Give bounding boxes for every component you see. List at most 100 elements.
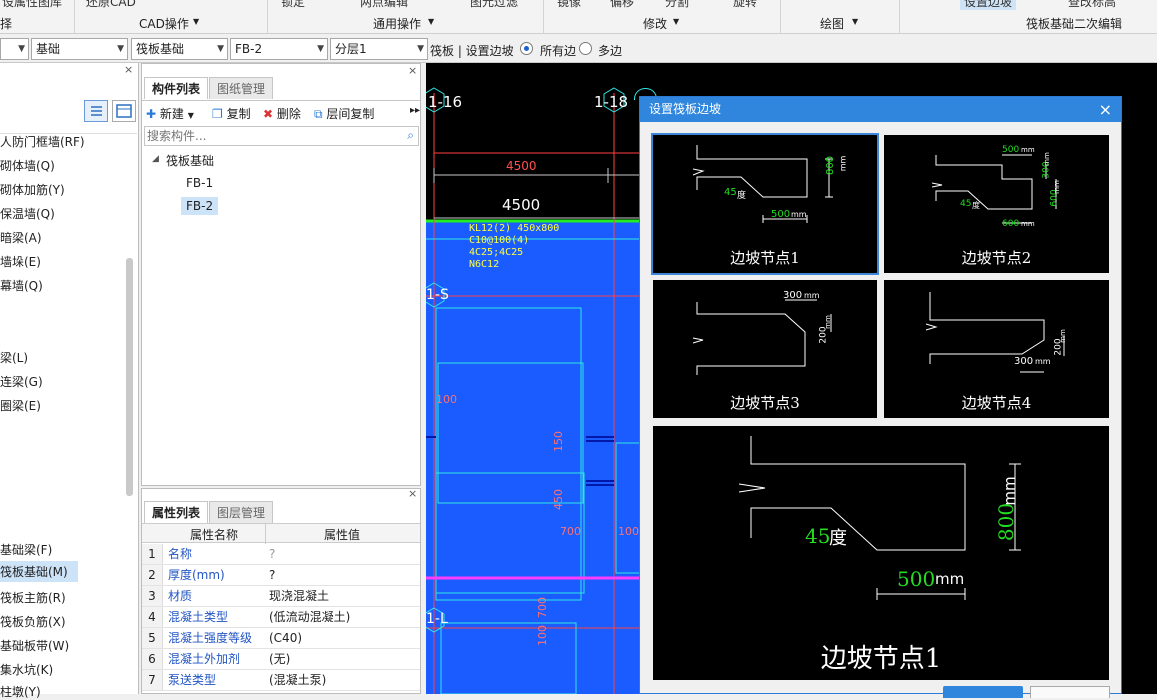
property-value[interactable]: (无): [269, 649, 290, 669]
floor-copy-button[interactable]: ⧉ 层间复制: [314, 105, 374, 122]
ribbon-cut-label[interactable]: 两点编辑: [360, 0, 408, 10]
property-row[interactable]: 2 厚度(mm)?: [142, 565, 420, 586]
copy-button[interactable]: ❐ 复制: [212, 105, 251, 122]
tab-layer-manage[interactable]: 图层管理: [209, 501, 274, 523]
property-row[interactable]: 4 混凝土类型 (低流动混凝土): [142, 607, 420, 628]
ribbon-group-common[interactable]: 通用操作: [373, 15, 421, 32]
property-row[interactable]: 1 名称?: [142, 544, 420, 565]
row-number: 2: [142, 565, 163, 585]
tree-item-selected[interactable]: 筏板基础(M): [0, 561, 78, 582]
tree-item-fb1[interactable]: FB-1: [186, 176, 213, 190]
property-name: 材质: [168, 589, 193, 603]
ribbon-group-raft-edit[interactable]: 筏板基础二次编辑: [1026, 15, 1122, 32]
node-dim: 45: [724, 187, 737, 198]
tree-item[interactable]: 砌体加筋(Y): [0, 181, 65, 198]
property-row[interactable]: 7 泵送类型 (混凝土泵): [142, 670, 420, 691]
list-view-icon[interactable]: [84, 100, 108, 122]
search-icon[interactable]: ⌕: [407, 128, 414, 143]
cancel-button[interactable]: [1030, 686, 1110, 698]
category-combo[interactable]: 基础 ▼: [31, 38, 128, 60]
tree-item[interactable]: 集水坑(K): [0, 661, 53, 678]
tree-item[interactable]: 暗梁(A): [0, 229, 42, 246]
chevron-down-icon[interactable]: ▼: [673, 17, 679, 26]
tree-item[interactable]: 保温墙(Q): [0, 205, 55, 222]
property-value[interactable]: (低流动混凝土): [269, 607, 350, 627]
tree-item[interactable]: 幕墙(Q): [0, 277, 43, 294]
tree-item[interactable]: 砌体墙(Q): [0, 157, 55, 174]
property-value[interactable]: (C40): [269, 628, 302, 648]
detail-view-icon[interactable]: [112, 100, 136, 122]
close-icon[interactable]: ×: [124, 63, 133, 76]
tab-property-list[interactable]: 属性列表: [144, 501, 209, 523]
slope-node-4[interactable]: 200 mm 300 mm 边坡节点4: [884, 280, 1109, 418]
ribbon-cut-label[interactable]: 分割: [665, 0, 689, 10]
property-row[interactable]: 5 混凝土强度等级 (C40): [142, 628, 420, 649]
ok-button[interactable]: [943, 686, 1023, 698]
tab-component-list[interactable]: 构件列表: [144, 77, 209, 99]
tree-item[interactable]: 人防门框墙(RF): [0, 133, 85, 150]
node-dim: 300: [783, 290, 803, 301]
chevron-down-icon[interactable]: ▼: [852, 17, 858, 26]
tree-item-fb2[interactable]: FB-2: [181, 197, 219, 215]
search-input[interactable]: [145, 127, 395, 145]
property-row[interactable]: 3 材质 现浇混凝土: [142, 586, 420, 607]
ribbon-group-modify[interactable]: 修改: [643, 15, 667, 32]
new-button[interactable]: ✚ 新建 ▼: [146, 105, 194, 125]
tree-item[interactable]: 筏板主筋(R): [0, 589, 66, 606]
slope-node-1[interactable]: 800 mm 45 度 500 mm 边坡节点1: [651, 133, 879, 275]
col-value-header: 属性值: [324, 528, 361, 542]
multi-edges-label[interactable]: 多边: [598, 42, 622, 59]
tree-item[interactable]: 圈梁(E): [0, 397, 41, 414]
tree-item[interactable]: 基础梁(F): [0, 541, 52, 558]
layer-combo-value: 分层1: [335, 42, 367, 56]
tree-root[interactable]: 筏板基础: [166, 152, 214, 169]
close-icon[interactable]: ×: [408, 487, 417, 500]
delete-button[interactable]: ✖ 删除: [263, 105, 301, 122]
new-button-label: 新建: [159, 107, 184, 121]
property-value[interactable]: ?: [269, 544, 275, 564]
close-icon[interactable]: ×: [1099, 97, 1112, 122]
ribbon-cut-label[interactable]: 还原CAD: [86, 0, 136, 10]
axis-label: 1-18: [594, 93, 629, 111]
tree-item[interactable]: 梁(L): [0, 349, 28, 366]
scrollbar-thumb[interactable]: [126, 258, 133, 496]
slope-node-2[interactable]: 500 mm 300 mm 600 mm 45 度 600 mm 边坡节点2: [884, 135, 1109, 273]
ribbon-cut-label[interactable]: 镜像: [557, 0, 581, 10]
ribbon-cut-label[interactable]: 图元过滤: [470, 0, 518, 10]
property-value[interactable]: 现浇混凝土: [269, 586, 329, 606]
search-box[interactable]: ⌕: [144, 126, 419, 146]
chevron-down-icon[interactable]: ▼: [428, 17, 434, 26]
collapse-icon[interactable]: ◢: [152, 154, 159, 164]
layer-combo[interactable]: 分层1 ▼: [330, 38, 428, 60]
type-combo[interactable]: 筏板基础 ▼: [131, 38, 228, 60]
property-value[interactable]: ?: [269, 565, 275, 585]
multi-edges-radio[interactable]: [579, 42, 592, 55]
slope-node-3[interactable]: 300 mm 200 mm 边坡节点3: [653, 280, 877, 418]
close-icon[interactable]: ×: [408, 64, 417, 77]
tree-item[interactable]: 基础板带(W): [0, 637, 69, 654]
more-icon[interactable]: ▸▸: [410, 105, 420, 116]
ribbon-group-select[interactable]: 择: [0, 15, 12, 32]
property-row[interactable]: 6 混凝土外加剂 (无): [142, 649, 420, 670]
tree-item[interactable]: 墙垛(E): [0, 253, 41, 270]
all-edges-radio[interactable]: [520, 42, 533, 55]
ribbon-group-draw[interactable]: 绘图: [820, 15, 844, 32]
component-combo[interactable]: FB-2 ▼: [230, 38, 328, 60]
property-value[interactable]: (混凝土泵): [269, 670, 326, 690]
tree-item[interactable]: 连梁(G): [0, 373, 43, 390]
ribbon-cut-label[interactable]: 查改标高: [1068, 0, 1116, 10]
floor-combo[interactable]: ▼: [0, 38, 29, 60]
ribbon-cut-label[interactable]: 设属性图库: [2, 0, 62, 10]
preview-height: 800: [994, 502, 1019, 542]
ribbon-cut-label[interactable]: 旋转: [733, 0, 757, 10]
ribbon-cut-label[interactable]: 偏移: [610, 0, 634, 10]
preview-height-unit: mm: [1000, 476, 1019, 506]
chevron-down-icon[interactable]: ▼: [193, 17, 199, 26]
all-edges-label[interactable]: 所有边: [540, 42, 576, 59]
ribbon-cut-label[interactable]: 锁定: [281, 0, 305, 10]
set-slope-button[interactable]: 设置边坡: [960, 0, 1017, 10]
tree-item[interactable]: 筏板负筋(X): [0, 613, 66, 630]
ribbon-group-cad[interactable]: CAD操作: [139, 15, 189, 32]
tree-item[interactable]: 柱墩(Y): [0, 683, 41, 700]
tab-drawing-manage[interactable]: 图纸管理: [209, 77, 274, 99]
